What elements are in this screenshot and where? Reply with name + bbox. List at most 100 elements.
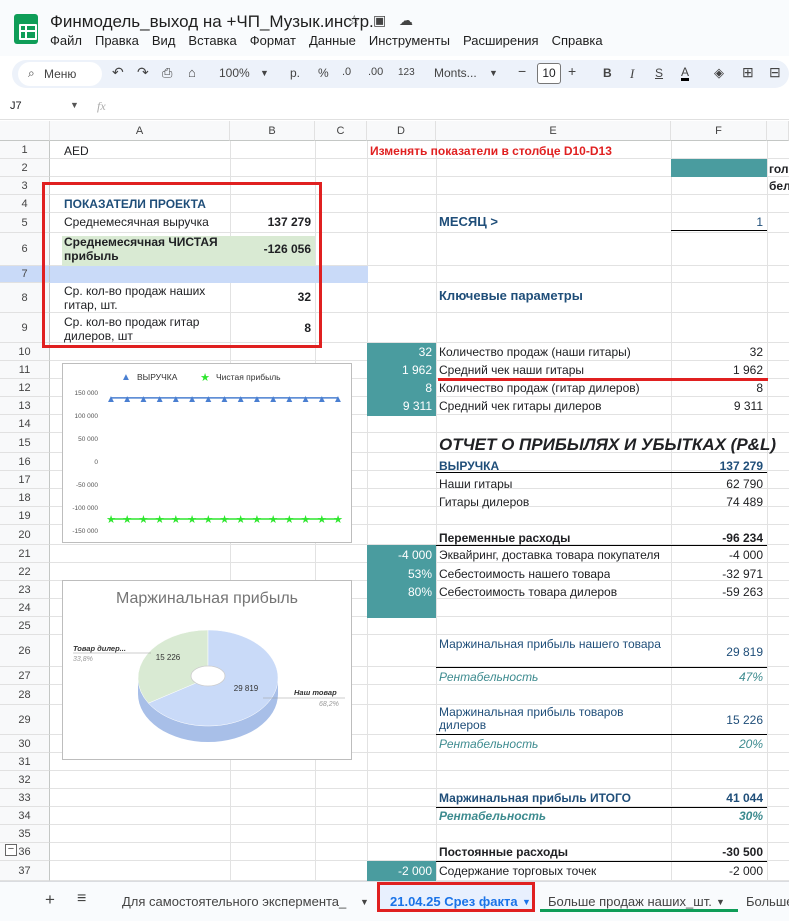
- row-header[interactable]: 23: [0, 581, 50, 599]
- row-header[interactable]: 35: [0, 825, 50, 843]
- borders-icon[interactable]: ⊞: [742, 64, 754, 81]
- cell-e15-pl-heading[interactable]: ОТЧЕТ О ПРИБЫЛЯХ И УБЫТКАХ (P&L): [439, 435, 776, 455]
- cell-f26[interactable]: 29 819: [673, 644, 763, 660]
- redo-icon[interactable]: ↷: [137, 64, 149, 81]
- italic-button[interactable]: I: [630, 66, 634, 82]
- cell-e21[interactable]: Эквайринг, доставка товара покупателя: [439, 547, 669, 563]
- bold-button[interactable]: B: [603, 66, 612, 80]
- text-color-button[interactable]: A: [681, 66, 690, 81]
- group-collapse-icon[interactable]: −: [5, 844, 17, 856]
- cell-e20[interactable]: Переменные расходы: [439, 530, 570, 546]
- cell-e8-key-params[interactable]: Ключевые параметры: [439, 288, 583, 304]
- font-size-decrease-icon[interactable]: −: [518, 63, 526, 79]
- row-header[interactable]: 34: [0, 807, 50, 825]
- font-size-input[interactable]: 10: [537, 63, 561, 84]
- sheet-tab-2-chevron-down-icon[interactable]: ▼: [522, 897, 531, 907]
- cell-d12[interactable]: 8: [369, 380, 432, 396]
- row-header[interactable]: 29: [0, 705, 50, 735]
- menu-file[interactable]: Файл: [50, 33, 82, 48]
- select-all-corner[interactable]: [0, 121, 50, 141]
- column-header-c[interactable]: C: [315, 121, 367, 141]
- column-header-f[interactable]: F: [671, 121, 767, 141]
- zoom-select[interactable]: 100%: [219, 66, 250, 80]
- row-header[interactable]: 17: [0, 471, 50, 489]
- cell-d10[interactable]: 32: [369, 344, 432, 360]
- cell-f22[interactable]: -32 971: [673, 566, 763, 582]
- sheet-tab-3-chevron-down-icon[interactable]: ▼: [716, 897, 725, 907]
- menu-data[interactable]: Данные: [309, 33, 356, 48]
- row-header[interactable]: 19: [0, 507, 50, 525]
- cell-e23[interactable]: Себестоимость товара дилеров: [439, 584, 617, 600]
- row-header[interactable]: 28: [0, 685, 50, 705]
- cell-f36[interactable]: -30 500: [673, 844, 763, 860]
- row-header[interactable]: 30: [0, 735, 50, 753]
- cell-e5-month[interactable]: МЕСЯЦ >: [439, 214, 498, 230]
- menu-view[interactable]: Вид: [152, 33, 176, 48]
- menu-search[interactable]: ⌕ Меню: [18, 62, 102, 86]
- cell-d21[interactable]: -4 000: [369, 547, 432, 563]
- column-header-a[interactable]: A: [50, 121, 230, 141]
- sheet-tab-1-chevron-down-icon[interactable]: ▼: [360, 897, 369, 907]
- column-header-d[interactable]: D: [367, 121, 436, 141]
- row-header[interactable]: 31: [0, 753, 50, 771]
- cell-f33[interactable]: 41 044: [673, 790, 763, 806]
- cell-e30[interactable]: Рентабельность: [439, 736, 538, 752]
- row-header[interactable]: 37: [0, 861, 50, 881]
- row-header[interactable]: 11: [0, 361, 50, 379]
- cell-e17[interactable]: Наши гитары: [439, 476, 512, 492]
- cell-e18[interactable]: Гитары дилеров: [439, 494, 529, 510]
- cell-d22[interactable]: 53%: [369, 566, 432, 582]
- row-header[interactable]: 21: [0, 545, 50, 563]
- cell-g3[interactable]: бел: [769, 178, 789, 194]
- sheet-tab-1[interactable]: Для самостоятельного экспермента_: [122, 894, 346, 909]
- menu-help[interactable]: Справка: [552, 33, 603, 48]
- spreadsheet-grid[interactable]: A B C D E F 1 2 3 4 5 6 7 8 9 10 11 12 13 14 15 16 17 18 1…: [0, 121, 789, 881]
- cell-d23[interactable]: 80%: [369, 584, 432, 600]
- cell-f30[interactable]: 20%: [673, 736, 763, 752]
- column-header-b[interactable]: B: [230, 121, 315, 141]
- cell-f16[interactable]: 137 279: [673, 458, 763, 474]
- cell-e10[interactable]: Количество продаж (наши гитары): [439, 344, 631, 360]
- cell-f27[interactable]: 47%: [673, 669, 763, 685]
- row-header[interactable]: 26: [0, 635, 50, 667]
- menu-tools[interactable]: Инструменты: [369, 33, 450, 48]
- font-size-increase-icon[interactable]: +: [568, 63, 576, 79]
- move-folder-icon[interactable]: ▣: [373, 12, 386, 29]
- cloud-status-icon[interactable]: ☁: [399, 12, 413, 29]
- currency-format-button[interactable]: р.: [290, 66, 300, 80]
- cell-d1-note[interactable]: Изменять показатели в столбце D10-D13: [370, 143, 612, 159]
- row-header[interactable]: 24: [0, 599, 50, 617]
- cell-e27[interactable]: Рентабельность: [439, 669, 538, 685]
- menu-insert[interactable]: Вставка: [188, 33, 236, 48]
- merge-cells-icon[interactable]: ⊟: [769, 64, 781, 81]
- sheet-tab-3[interactable]: Больше продаж наших_шт.: [548, 894, 712, 909]
- row-header[interactable]: 13: [0, 397, 50, 415]
- cell-d11[interactable]: 1 962: [369, 362, 432, 378]
- cell-e16[interactable]: ВЫРУЧКА: [439, 458, 499, 474]
- font-select[interactable]: Monts...: [434, 66, 477, 80]
- sheet-tab-2-active[interactable]: 21.04.25 Срез факта ▼: [377, 882, 535, 912]
- pie-chart[interactable]: Маржинальная прибыль 15 226 29 819 Товар д…: [62, 580, 352, 760]
- cell-f18[interactable]: 74 489: [673, 494, 763, 510]
- percent-format-button[interactable]: %: [318, 66, 329, 80]
- row-header[interactable]: 25: [0, 617, 50, 635]
- row-header[interactable]: 32: [0, 771, 50, 789]
- cell-f23[interactable]: -59 263: [673, 584, 763, 600]
- paint-format-icon[interactable]: ⌂: [188, 65, 196, 80]
- row-header[interactable]: 27: [0, 667, 50, 685]
- row-header[interactable]: 1: [0, 141, 50, 159]
- cell-e13[interactable]: Средний чек гитары дилеров: [439, 398, 601, 414]
- sheets-logo-icon[interactable]: [14, 14, 38, 44]
- cell-f12[interactable]: 8: [673, 380, 763, 396]
- star-icon[interactable]: ☆: [348, 12, 361, 29]
- cell-f17[interactable]: 62 790: [673, 476, 763, 492]
- menu-edit[interactable]: Правка: [95, 33, 139, 48]
- cell-e11[interactable]: Средний чек наши гитары: [439, 362, 584, 378]
- font-chevron-down-icon[interactable]: ▼: [489, 68, 498, 78]
- zoom-chevron-down-icon[interactable]: ▼: [260, 68, 269, 78]
- row-header[interactable]: 33: [0, 789, 50, 807]
- row-header[interactable]: 14: [0, 415, 50, 433]
- cell-g2[interactable]: гол: [769, 161, 789, 177]
- row-header[interactable]: 20: [0, 525, 50, 545]
- cell-e26[interactable]: Маржинальная прибыль нашего товара: [439, 638, 664, 651]
